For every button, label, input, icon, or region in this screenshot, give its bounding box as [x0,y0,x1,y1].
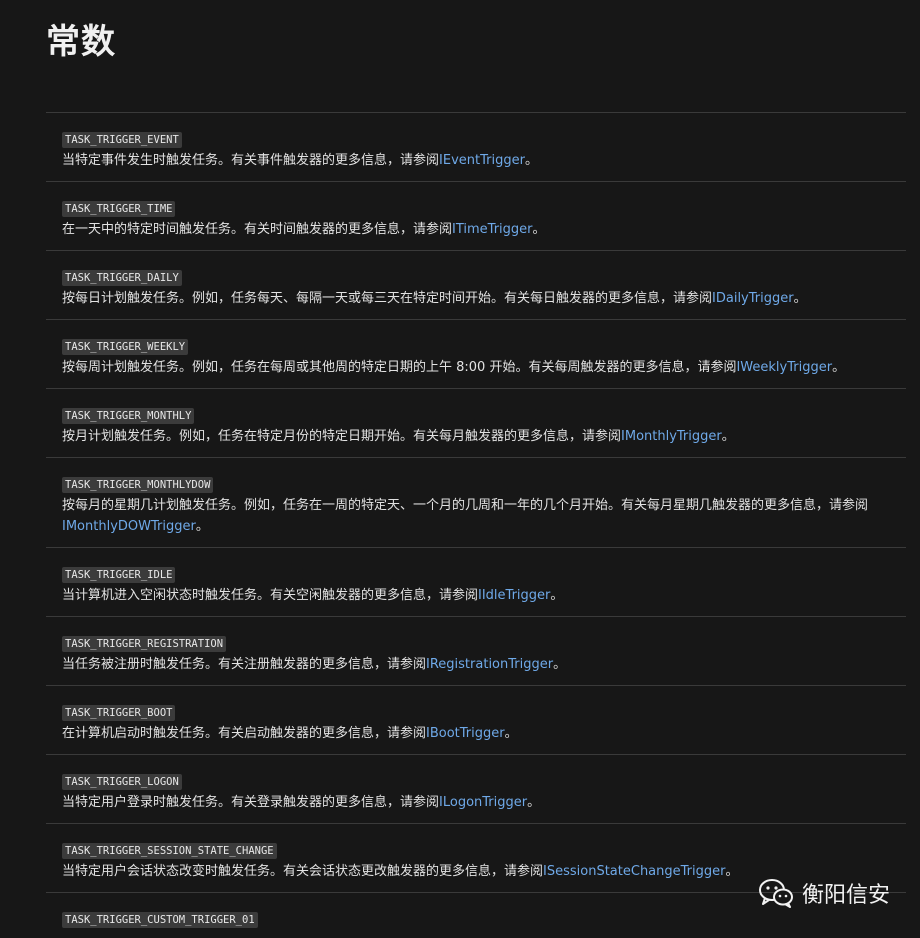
reference-link[interactable]: IDailyTrigger [712,291,794,306]
watermark-text: 衡阳信安 [801,883,890,908]
watermark: 衡阳信安 [758,877,890,909]
constant-name: TASK_TRIGGER_EVENT [62,132,182,148]
constant-name: TASK_TRIGGER_DAILY [62,270,182,286]
table-row: TASK_TRIGGER_TIME 在一天中的特定时间触发任务。有关时间触发器的… [46,182,906,251]
constant-name: TASK_TRIGGER_BOOT [62,705,176,721]
constant-name: TASK_TRIGGER_LOGON [62,774,182,790]
constant-name: TASK_TRIGGER_SESSION_STATE_CHANGE [62,843,277,859]
constant-name: TASK_TRIGGER_MONTHLY [62,408,195,424]
reference-link[interactable]: ILogonTrigger [439,795,527,810]
constant-description: 按每月的星期几计划触发任务。例如，任务在一周的特定天、一个月的几周和一年的几个月… [62,498,869,534]
table-row: TASK_TRIGGER_WEEKLY 按每周计划触发任务。例如，任务在每周或其… [46,320,906,389]
wechat-icon [758,879,793,908]
constant-name: TASK_TRIGGER_WEEKLY [62,339,189,355]
constant-name: TASK_TRIGGER_CUSTOM_TRIGGER_01 [62,912,258,928]
reference-link[interactable]: IWeeklyTrigger [736,360,832,375]
constant-description: 在计算机启动时触发任务。有关启动触发器的更多信息，请参阅IBootTrigger… [62,726,518,741]
table-row: TASK_TRIGGER_BOOT 在计算机启动时触发任务。有关启动触发器的更多… [46,686,906,755]
reference-link[interactable]: IEventTrigger [439,153,525,168]
reference-link[interactable]: IIdleTrigger [478,588,550,603]
constant-name: TASK_TRIGGER_TIME [62,201,176,217]
constant-description: 按每日计划触发任务。例如，任务每天、每隔一天或每三天在特定时间开始。有关每日触发… [62,291,807,306]
reference-link[interactable]: ISessionStateChangeTrigger [543,864,725,879]
constants-table: TASK_TRIGGER_EVENT 当特定事件发生时触发任务。有关事件触发器的… [46,112,906,938]
table-row: TASK_TRIGGER_REGISTRATION 当任务被注册时触发任务。有关… [46,617,906,686]
constant-name: TASK_TRIGGER_MONTHLYDOW [62,477,214,493]
constant-name: TASK_TRIGGER_IDLE [62,567,176,583]
table-row: TASK_TRIGGER_MONTHLYDOW 按每月的星期几计划触发任务。例如… [46,458,906,548]
constant-name: TASK_TRIGGER_REGISTRATION [62,636,227,652]
constant-description: 当任务被注册时触发任务。有关注册触发器的更多信息，请参阅IRegistratio… [62,657,567,672]
reference-link[interactable]: ITimeTrigger [452,222,532,237]
table-row: TASK_TRIGGER_IDLE 当计算机进入空闲状态时触发任务。有关空闲触发… [46,548,906,617]
constant-description: 在一天中的特定时间触发任务。有关时间触发器的更多信息，请参阅ITimeTrigg… [62,222,546,237]
constant-description: 当特定用户登录时触发任务。有关登录触发器的更多信息，请参阅ILogonTrigg… [62,795,541,810]
reference-link[interactable]: IMonthlyDOWTrigger [62,519,196,534]
table-row: TASK_TRIGGER_MONTHLY 按月计划触发任务。例如，任务在特定月份… [46,389,906,458]
constant-description: 当计算机进入空闲状态时触发任务。有关空闲触发器的更多信息，请参阅IIdleTri… [62,588,564,603]
table-row: TASK_TRIGGER_LOGON 当特定用户登录时触发任务。有关登录触发器的… [46,755,906,824]
constant-description: 按每周计划触发任务。例如，任务在每周或其他周的特定日期的上午 8:00 开始。有… [62,360,846,375]
page-title: 常数 [46,22,116,62]
reference-link[interactable]: IMonthlyTrigger [621,429,722,444]
reference-link[interactable]: IRegistrationTrigger [426,657,553,672]
table-row: TASK_TRIGGER_DAILY 按每日计划触发任务。例如，任务每天、每隔一… [46,251,906,320]
reference-link[interactable]: IBootTrigger [426,726,505,741]
table-row: TASK_TRIGGER_EVENT 当特定事件发生时触发任务。有关事件触发器的… [46,113,906,182]
constant-description: 按月计划触发任务。例如，任务在特定月份的特定日期开始。有关每月触发器的更多信息，… [62,429,735,444]
constant-description: 当特定事件发生时触发任务。有关事件触发器的更多信息，请参阅IEventTrigg… [62,153,538,168]
